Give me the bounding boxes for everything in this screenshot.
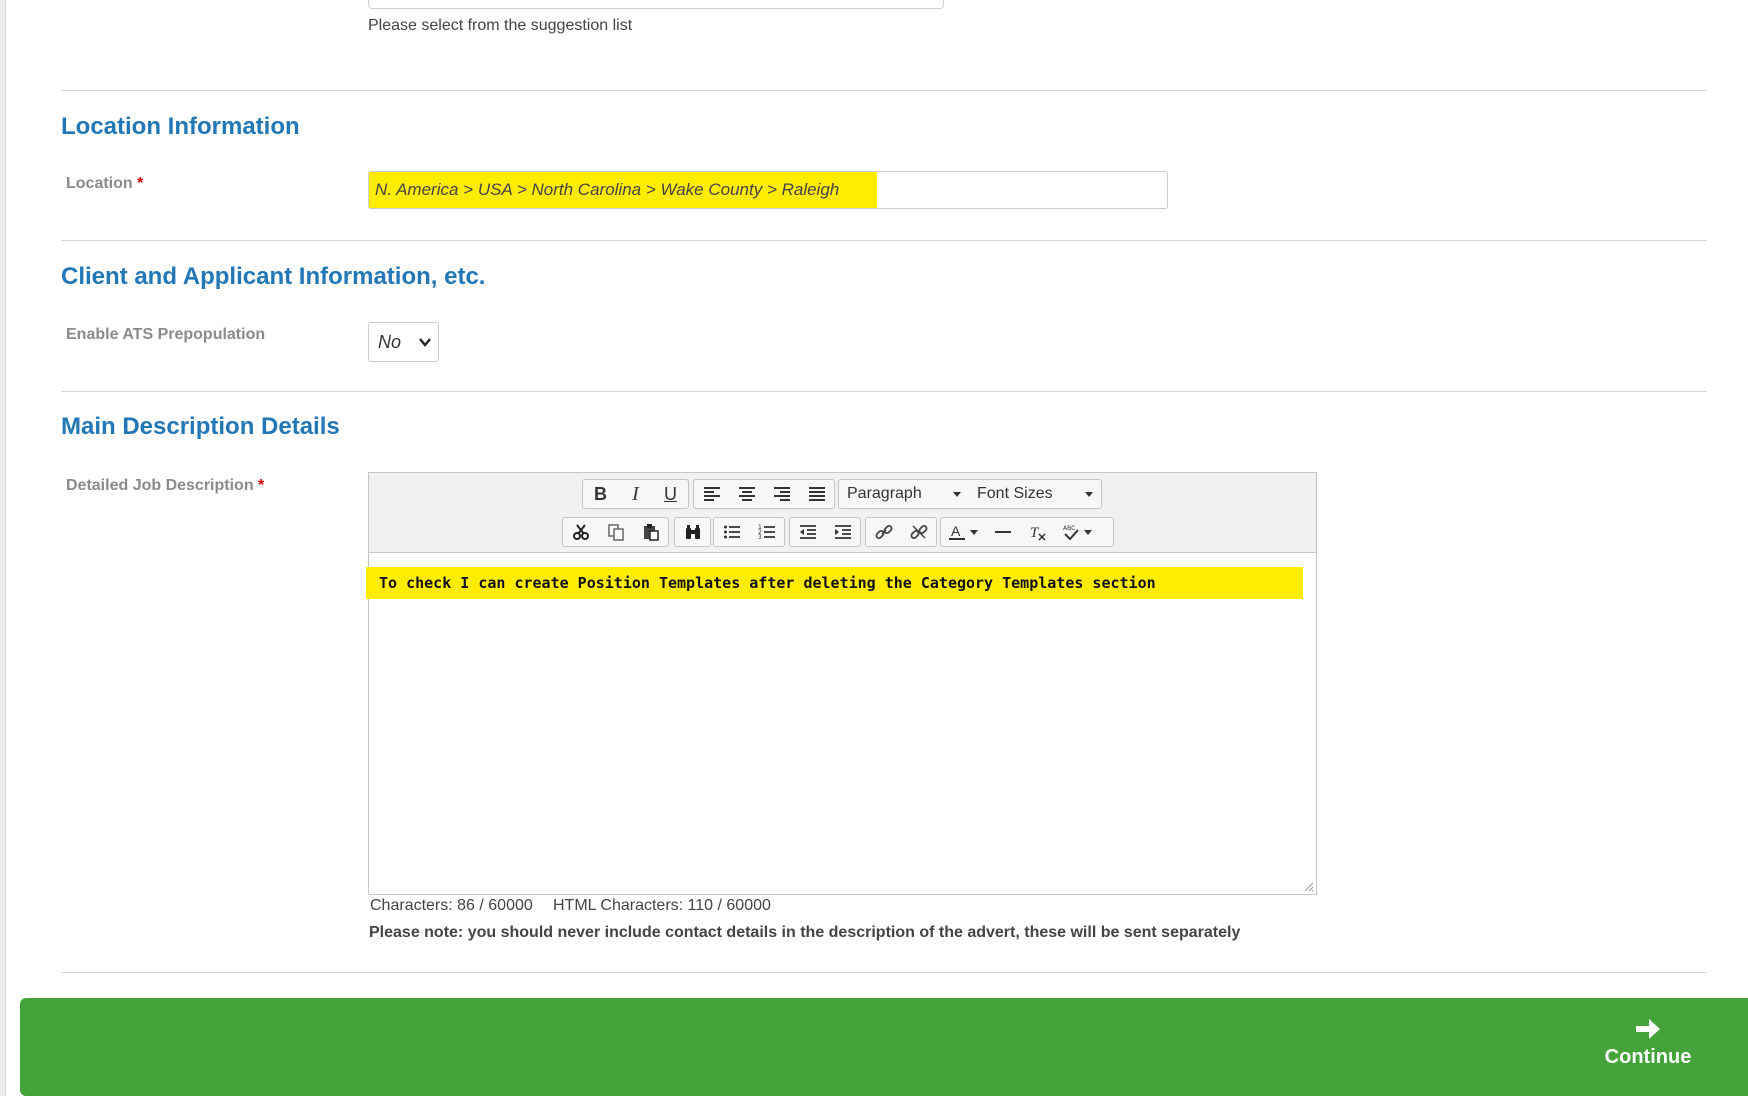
scissors-icon [572, 524, 589, 540]
svg-text:A: A [951, 523, 961, 539]
location-label: Location * [66, 175, 143, 193]
align-justify-button[interactable] [799, 480, 834, 508]
divider [61, 972, 1707, 973]
link-group [865, 517, 937, 547]
page-left-border-line [5, 0, 6, 1096]
chevron-down-icon [419, 338, 431, 347]
svg-text:ABC: ABC [1063, 525, 1075, 532]
indent-icon [834, 525, 851, 539]
divider [61, 240, 1707, 241]
description-label: Detailed Job Description * [66, 477, 264, 495]
indent-group [789, 517, 861, 547]
contact-details-note: Please note: you should never include co… [369, 924, 1241, 941]
align-right-button[interactable] [764, 480, 799, 508]
align-justify-icon [808, 487, 825, 501]
numbered-list-icon: 123 [758, 524, 775, 541]
arrow-right-icon [1636, 1019, 1660, 1039]
link-icon [875, 525, 892, 539]
alignment-group [693, 479, 835, 509]
resize-handle-icon[interactable] [1302, 880, 1314, 892]
outdent-icon [799, 525, 816, 539]
location-value: N. America > USA > North Carolina > Wake… [369, 172, 878, 208]
divider [61, 391, 1707, 392]
clear-formatting-icon: T [1030, 525, 1046, 541]
format-group: B I U [582, 479, 689, 509]
location-label-text: Location [66, 175, 133, 192]
search-group [674, 517, 711, 547]
paste-button[interactable] [633, 518, 668, 546]
font-sizes-dropdown[interactable]: Font Sizes [969, 480, 1101, 508]
character-count: Characters: 86 / 60000 [370, 897, 533, 914]
horizontal-rule-icon [994, 531, 1011, 533]
paste-icon [643, 524, 659, 541]
outdent-button[interactable] [790, 518, 825, 546]
underline-button[interactable]: U [653, 480, 688, 508]
caret-down-icon [953, 491, 961, 497]
remove-link-button[interactable] [901, 518, 936, 546]
align-left-icon [703, 487, 720, 501]
ats-prepopulation-select[interactable]: No [368, 322, 439, 362]
misc-format-group: A T ABC [940, 517, 1114, 547]
bold-button[interactable]: B [583, 480, 618, 508]
location-input[interactable]: N. America > USA > North Carolina > Wake… [368, 171, 1168, 209]
cut-button[interactable] [563, 518, 598, 546]
ats-select-value: No [378, 331, 402, 352]
editor-content-text: To check I can create Position Templates… [366, 567, 1303, 599]
list-group: 123 [713, 517, 785, 547]
caret-down-icon [1085, 491, 1093, 497]
text-color-button[interactable]: A [941, 518, 985, 546]
svg-text:T: T [1030, 525, 1040, 541]
html-character-count: HTML Characters: 110 / 60000 [553, 897, 771, 914]
text-color-icon: A [949, 523, 965, 540]
paragraph-dropdown[interactable]: Paragraph [839, 480, 969, 508]
italic-button[interactable]: I [618, 480, 653, 508]
insert-link-button[interactable] [866, 518, 901, 546]
client-section-title: Client and Applicant Information, etc. [61, 263, 486, 290]
caret-down-icon [970, 529, 978, 535]
required-mark: * [137, 175, 144, 192]
clipboard-group [562, 517, 669, 547]
indent-button[interactable] [825, 518, 860, 546]
continue-button[interactable]: Continue [1588, 1014, 1708, 1084]
location-section-title: Location Information [61, 113, 300, 140]
spellcheck-icon: ABC [1063, 525, 1079, 541]
spellcheck-button[interactable]: ABC [1055, 518, 1099, 546]
block-format-group: Paragraph Font Sizes [838, 479, 1102, 509]
description-label-text: Detailed Job Description [66, 477, 254, 494]
align-center-icon [738, 487, 755, 501]
paragraph-dropdown-label: Paragraph [847, 485, 922, 502]
binoculars-icon [685, 525, 700, 539]
svg-text:3: 3 [758, 534, 762, 541]
divider [61, 90, 1707, 91]
horizontal-rule-button[interactable] [985, 518, 1020, 546]
suggestion-hint: Please select from the suggestion list [368, 17, 633, 34]
editor-toolbar: B I U Paragraph Font Sizes 1 2 3 A T ABC [369, 473, 1316, 553]
editor-content-area[interactable] [369, 553, 1316, 894]
footer-action-bar: Continue [20, 998, 1748, 1096]
rich-text-editor: B I U Paragraph Font Sizes 1 2 3 A T ABC… [366, 472, 1317, 895]
find-replace-button[interactable] [675, 518, 710, 546]
copy-icon [607, 524, 624, 541]
caret-down-icon [1084, 529, 1092, 535]
bullet-list-icon [723, 525, 740, 539]
ats-prepopulation-label: Enable ATS Prepopulation [66, 326, 266, 343]
unlink-icon [910, 525, 927, 539]
copy-button[interactable] [598, 518, 633, 546]
align-right-icon [773, 487, 790, 501]
continue-label: Continue [1604, 1046, 1692, 1068]
suggestion-input[interactable] [368, 0, 944, 9]
clear-formatting-button[interactable]: T [1020, 518, 1055, 546]
bullet-list-button[interactable] [714, 518, 749, 546]
required-mark: * [258, 477, 265, 494]
align-center-button[interactable] [729, 480, 764, 508]
description-section-title: Main Description Details [61, 413, 340, 440]
align-left-button[interactable] [694, 480, 729, 508]
numbered-list-button[interactable]: 123 [749, 518, 784, 546]
font-sizes-dropdown-label: Font Sizes [977, 485, 1053, 502]
